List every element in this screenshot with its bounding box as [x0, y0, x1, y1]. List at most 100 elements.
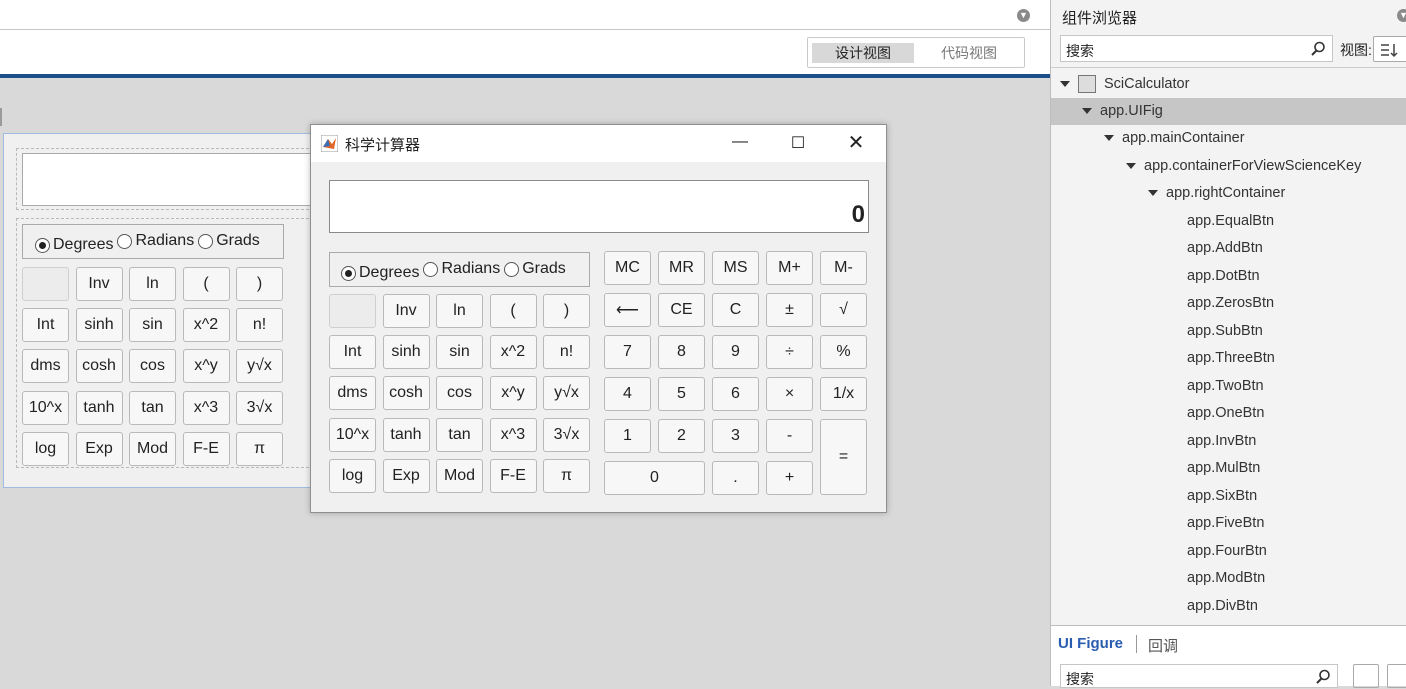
close-icon[interactable]: ✕	[842, 130, 870, 154]
sci-key-dms[interactable]: dms	[329, 376, 376, 411]
sci-key-sinh[interactable]: sinh	[382, 335, 430, 370]
component-search-input[interactable]: 搜索	[1060, 35, 1333, 62]
sci-key-xy[interactable]: x^y	[489, 376, 537, 411]
std-key-sym[interactable]: √	[820, 293, 867, 327]
bg-sci-key-ln[interactable]: ln	[129, 267, 176, 301]
radio-circle[interactable]	[117, 233, 133, 249]
std-key-5[interactable]: 5	[658, 377, 705, 411]
tree-row[interactable]: app.DivBtn	[1051, 593, 1406, 620]
radio-circle[interactable]	[341, 265, 356, 281]
chevron-down-icon[interactable]: ▼	[1017, 9, 1030, 22]
sci-key-Mod[interactable]: Mod	[436, 458, 483, 493]
sci-key-yx[interactable]: y√x	[543, 376, 590, 411]
mode-radio-grads[interactable]: Grads	[504, 260, 566, 278]
bg-mode-radio-degrees[interactable]: Degrees	[35, 236, 113, 254]
tree-row[interactable]: SciCalculator	[1051, 70, 1406, 97]
mode-radio-radians[interactable]: Radians	[423, 260, 500, 278]
sci-key-10x[interactable]: 10^x	[329, 417, 376, 452]
tree-row[interactable]: app.AddBtn	[1051, 235, 1406, 262]
bg-sci-key-sinh[interactable]: sinh	[75, 308, 123, 343]
std-key-sym[interactable]: ×	[766, 377, 813, 411]
alpha-sort-icon[interactable]	[1387, 664, 1406, 688]
tree-row[interactable]: app.MulBtn	[1051, 455, 1406, 482]
tree-row[interactable]: app.ThreeBtn	[1051, 345, 1406, 372]
std-key-C[interactable]: C	[712, 293, 759, 327]
bg-sci-key-tanh[interactable]: tanh	[75, 390, 123, 425]
tab-design-view[interactable]: 设计视图	[812, 43, 914, 63]
sci-key-tanh[interactable]: tanh	[382, 417, 430, 452]
tree-row[interactable]: app.SubBtn	[1051, 318, 1406, 345]
tree-row[interactable]: app.rightContainer	[1051, 180, 1406, 207]
bg-sci-key-3x[interactable]: 3√x	[236, 390, 283, 425]
tab-callbacks[interactable]: 回调	[1148, 635, 1178, 656]
sci-key-cos[interactable]: cos	[436, 376, 483, 411]
sci-key-x3[interactable]: x^3	[489, 417, 537, 452]
tab-code-view[interactable]: 代码视图	[918, 43, 1020, 63]
std-key-CE[interactable]: CE	[658, 293, 705, 327]
std-key-1x[interactable]: 1/x	[820, 377, 867, 411]
sci-key-sym[interactable]: )	[543, 294, 590, 328]
bg-sci-key-Int[interactable]: Int	[22, 308, 69, 343]
bg-sci-key-sym[interactable]: )	[236, 267, 283, 301]
std-key-sym[interactable]: %	[820, 335, 867, 369]
sci-key-cosh[interactable]: cosh	[382, 376, 430, 411]
expand-arrow-icon[interactable]	[1126, 162, 1136, 169]
bg-sci-key-dms[interactable]: dms	[22, 349, 69, 384]
list-view-icon[interactable]	[1353, 664, 1379, 688]
sci-key-Int[interactable]: Int	[329, 335, 376, 370]
std-key-sym[interactable]: ÷	[766, 335, 813, 369]
bg-sci-key-xy[interactable]: x^y	[182, 349, 230, 384]
design-canvas-figure[interactable]: Degrees Radians Grads Inv ln() Int sinh sin x^2…	[3, 133, 324, 488]
sci-key-sin[interactable]: sin	[436, 335, 483, 370]
bg-sci-key-x2[interactable]: x^2	[182, 308, 230, 343]
inspector-search-input[interactable]: 搜索	[1060, 664, 1338, 688]
bg-mode-radio-grads[interactable]: Grads	[198, 232, 260, 250]
bg-sci-key-tan[interactable]: tan	[129, 390, 176, 425]
tree-row[interactable]: app.FourBtn	[1051, 538, 1406, 565]
std-key-sym[interactable]: .	[712, 461, 759, 495]
bg-sci-key-Inv[interactable]: Inv	[75, 267, 123, 301]
radio-circle[interactable]	[504, 261, 520, 277]
mem-key-MR[interactable]: MR	[658, 251, 705, 285]
bg-sci-key-sym[interactable]: π	[236, 431, 283, 466]
bg-sci-key-sym[interactable]: (	[182, 267, 230, 301]
mem-key-MS[interactable]: MS	[712, 251, 759, 285]
bg-sci-key-sin[interactable]: sin	[129, 308, 176, 343]
std-key-sym[interactable]: =	[820, 419, 867, 495]
sci-key-FE[interactable]: F-E	[489, 458, 537, 493]
expand-arrow-icon[interactable]	[1082, 107, 1092, 114]
tree-row[interactable]: app.mainContainer	[1051, 125, 1406, 152]
bg-sci-key-cosh[interactable]: cosh	[75, 349, 123, 384]
expand-arrow-icon[interactable]	[1148, 190, 1158, 197]
bg-sci-key-yx[interactable]: y√x	[236, 349, 283, 384]
mem-key-M[interactable]: M+	[766, 251, 813, 285]
radio-circle[interactable]	[423, 261, 439, 277]
bg-sci-key-blank[interactable]	[22, 267, 69, 301]
mem-key-M[interactable]: M-	[820, 251, 867, 285]
tree-row[interactable]: app.OneBtn	[1051, 400, 1406, 427]
std-key-sym[interactable]: ⟵	[604, 293, 651, 327]
tab-ui-figure[interactable]: UI Figure	[1058, 635, 1123, 652]
bg-sci-key-10x[interactable]: 10^x	[22, 390, 69, 425]
tree-row[interactable]: app.TwoBtn	[1051, 373, 1406, 400]
sci-key-n[interactable]: n!	[543, 335, 590, 370]
bg-sci-key-log[interactable]: log	[22, 431, 69, 466]
sci-key-sym[interactable]: (	[489, 294, 537, 328]
sci-key-blank[interactable]	[329, 294, 376, 328]
tree-row[interactable]: app.SixBtn	[1051, 483, 1406, 510]
sci-key-x2[interactable]: x^2	[489, 335, 537, 370]
sci-key-ln[interactable]: ln	[436, 294, 483, 328]
sci-key-Inv[interactable]: Inv	[382, 294, 430, 328]
sci-key-3x[interactable]: 3√x	[543, 417, 590, 452]
sci-key-tan[interactable]: tan	[436, 417, 483, 452]
mode-radio-degrees[interactable]: Degrees	[341, 264, 419, 282]
std-key-sym[interactable]: +	[766, 461, 813, 495]
bg-sci-key-cos[interactable]: cos	[129, 349, 176, 384]
tree-row[interactable]: app.ZerosBtn	[1051, 290, 1406, 317]
tree-row[interactable]: app.EqualBtn	[1051, 208, 1406, 235]
maximize-icon[interactable]: ☐	[784, 133, 812, 153]
std-key-sym[interactable]: -	[766, 419, 813, 453]
bg-mode-radio-radians[interactable]: Radians	[117, 232, 194, 250]
std-key-7[interactable]: 7	[604, 335, 651, 369]
expand-arrow-icon[interactable]	[1060, 81, 1070, 87]
